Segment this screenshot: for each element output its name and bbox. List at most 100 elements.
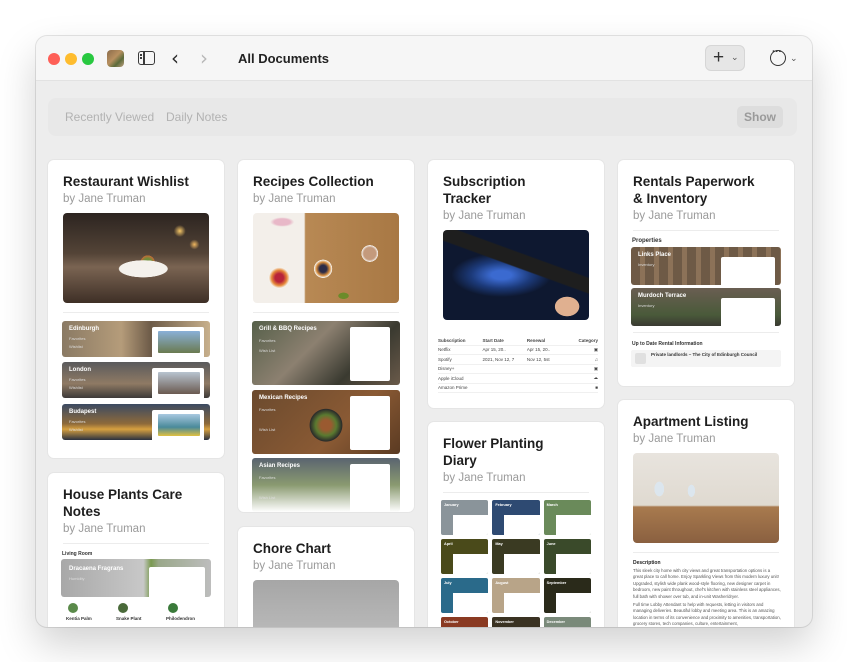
section-name: Grill & BBQ Recipes xyxy=(259,326,317,332)
month-label: December xyxy=(546,620,566,624)
document-card-recipes-collection[interactable]: Recipes Collection by Jane Truman Grill … xyxy=(238,160,414,512)
month-label: August xyxy=(495,581,509,585)
preview-city-budapest: Budapest Favorites Wishlist xyxy=(62,404,210,440)
sidebar-toggle-icon[interactable] xyxy=(138,51,155,65)
preview-city-edinburgh: Edinburgh Favorites Wishlist xyxy=(62,321,210,357)
card-author: by Jane Truman xyxy=(443,210,526,222)
title-bar: ‹ › All Documents + ⌄ ⌄ xyxy=(36,36,812,81)
preview-featured-plant: Dracaena Fragrans Humidity xyxy=(61,559,211,597)
tab-recently-viewed[interactable]: Recently Viewed xyxy=(65,110,154,124)
document-card-subscription-tracker[interactable]: Subscription Tracker by Jane Truman Subs… xyxy=(428,160,604,408)
cover-image xyxy=(443,230,589,320)
card-title: Apartment Listing xyxy=(633,414,749,429)
city-line: Favorites xyxy=(69,419,86,424)
room-heading: Living Room xyxy=(62,551,93,557)
document-card-house-plants[interactable]: House Plants Care Notes by Jane Truman L… xyxy=(48,473,224,627)
document-card-flower-planting-diary[interactable]: Flower Planting Diary by Jane Truman Jan… xyxy=(428,422,604,627)
month-tile: July xyxy=(441,578,489,613)
window-title: All Documents xyxy=(238,51,330,66)
info-heading: Up to Date Rental Information xyxy=(632,341,703,347)
close-window-button[interactable] xyxy=(48,53,60,65)
preview-city-london: London Favorites Wishlist xyxy=(62,362,210,398)
preview-section-grill: Grill & BBQ Recipes Favorites Wish List xyxy=(252,321,400,385)
divider xyxy=(633,230,779,231)
city-name: Edinburgh xyxy=(69,326,99,332)
card-author: by Jane Truman xyxy=(63,523,146,535)
show-button[interactable]: Show xyxy=(737,106,783,128)
document-card-apartment-listing[interactable]: Apartment Listing by Jane Truman Descrip… xyxy=(618,400,794,627)
card-title: Chore Chart xyxy=(253,541,332,556)
tab-daily-notes[interactable]: Daily Notes xyxy=(166,110,227,124)
month-label: March xyxy=(546,503,558,507)
info-link-title: Private landlords – The City of Edinburg… xyxy=(651,352,758,357)
month-tile: August xyxy=(492,578,540,613)
table-cell: ▣ xyxy=(593,365,598,371)
month-tile: October xyxy=(441,617,489,627)
minimize-window-button[interactable] xyxy=(65,53,77,65)
plant-sub: Humidity xyxy=(69,576,85,581)
more-options-icon[interactable] xyxy=(770,46,786,66)
divider xyxy=(633,332,779,333)
city-line: Wishlist xyxy=(69,385,83,390)
property-name: Murdoch Terrace xyxy=(638,293,687,299)
maximize-window-button[interactable] xyxy=(82,53,94,65)
filter-bar: Recently Viewed Daily Notes Show xyxy=(48,98,797,136)
month-label: July xyxy=(444,581,452,585)
info-link-card: Private landlords – The City of Edinburg… xyxy=(631,350,781,367)
back-button[interactable]: ‹ xyxy=(171,47,179,69)
table-cell: Spotify xyxy=(438,356,452,362)
app-window: ‹ › All Documents + ⌄ ⌄ Recently Viewed … xyxy=(36,36,812,627)
month-label: May xyxy=(495,542,503,546)
preview-section-mexican: Mexican Recipes Favorites Wish List xyxy=(252,390,400,454)
description-heading: Description xyxy=(633,560,661,566)
card-title: Restaurant Wishlist xyxy=(63,174,189,189)
table-row: Apple iCloud ☁ xyxy=(438,374,598,384)
month-tile: May xyxy=(492,539,540,574)
month-label: April xyxy=(444,542,453,546)
section-line: Favorites xyxy=(259,475,276,480)
preview-subscription-table: Subscription Start Date Renewal Category… xyxy=(438,336,598,393)
plant-name: Dracaena Fragrans xyxy=(69,566,124,572)
section-line: Wish List xyxy=(259,495,276,500)
property-name: Links Place xyxy=(638,252,672,258)
document-card-chore-chart[interactable]: Chore Chart by Jane Truman xyxy=(238,527,414,627)
description-paragraph: Full time Lobby Attendant to help with r… xyxy=(633,602,781,627)
section-line: Wish List xyxy=(259,348,276,353)
month-tile: September xyxy=(543,578,591,613)
chevron-down-icon[interactable]: ⌄ xyxy=(790,53,798,64)
cover-image xyxy=(253,213,399,303)
preview-property: Murdoch Terrace Inventory xyxy=(631,288,781,326)
table-cell: ♫ xyxy=(594,356,598,362)
workspace-avatar-icon[interactable] xyxy=(107,50,124,67)
month-tile: June xyxy=(543,539,591,574)
month-tile: January xyxy=(441,500,489,535)
plant-item: Kentia Palm xyxy=(66,603,92,621)
table-cell: Apple iCloud xyxy=(438,375,464,381)
card-title: House Plants Care Notes xyxy=(63,487,183,519)
city-line: Wishlist xyxy=(69,344,83,349)
card-author: by Jane Truman xyxy=(443,472,526,484)
card-title: Rentals Paperwork & Inventory xyxy=(633,174,755,206)
add-document-button[interactable]: + ⌄ xyxy=(705,45,745,71)
cover-image xyxy=(253,580,399,627)
section-name: Asian Recipes xyxy=(259,463,301,469)
section-line: Favorites xyxy=(259,407,276,412)
city-line: Favorites xyxy=(69,377,86,382)
city-line: Favorites xyxy=(69,336,86,341)
divider xyxy=(443,492,589,493)
month-tile: April xyxy=(441,539,489,574)
table-cell: Disney+ xyxy=(438,366,455,372)
card-author: by Jane Truman xyxy=(253,560,336,572)
table-cell: ■ xyxy=(595,385,598,391)
plant-icon xyxy=(68,603,78,613)
card-author: by Jane Truman xyxy=(253,193,336,205)
link-icon xyxy=(635,353,646,364)
section-name: Mexican Recipes xyxy=(259,395,308,401)
table-cell: 2021, Nov 12, 7 xyxy=(482,356,515,362)
month-label: November xyxy=(495,620,514,624)
forward-button[interactable]: › xyxy=(200,47,208,69)
document-card-rentals-paperwork[interactable]: Rentals Paperwork & Inventory by Jane Tr… xyxy=(618,160,794,386)
table-header-row: Subscription Start Date Renewal Category xyxy=(438,336,598,346)
document-card-restaurant-wishlist[interactable]: Restaurant Wishlist by Jane Truman Edinb… xyxy=(48,160,224,458)
card-title: Recipes Collection xyxy=(253,174,374,189)
